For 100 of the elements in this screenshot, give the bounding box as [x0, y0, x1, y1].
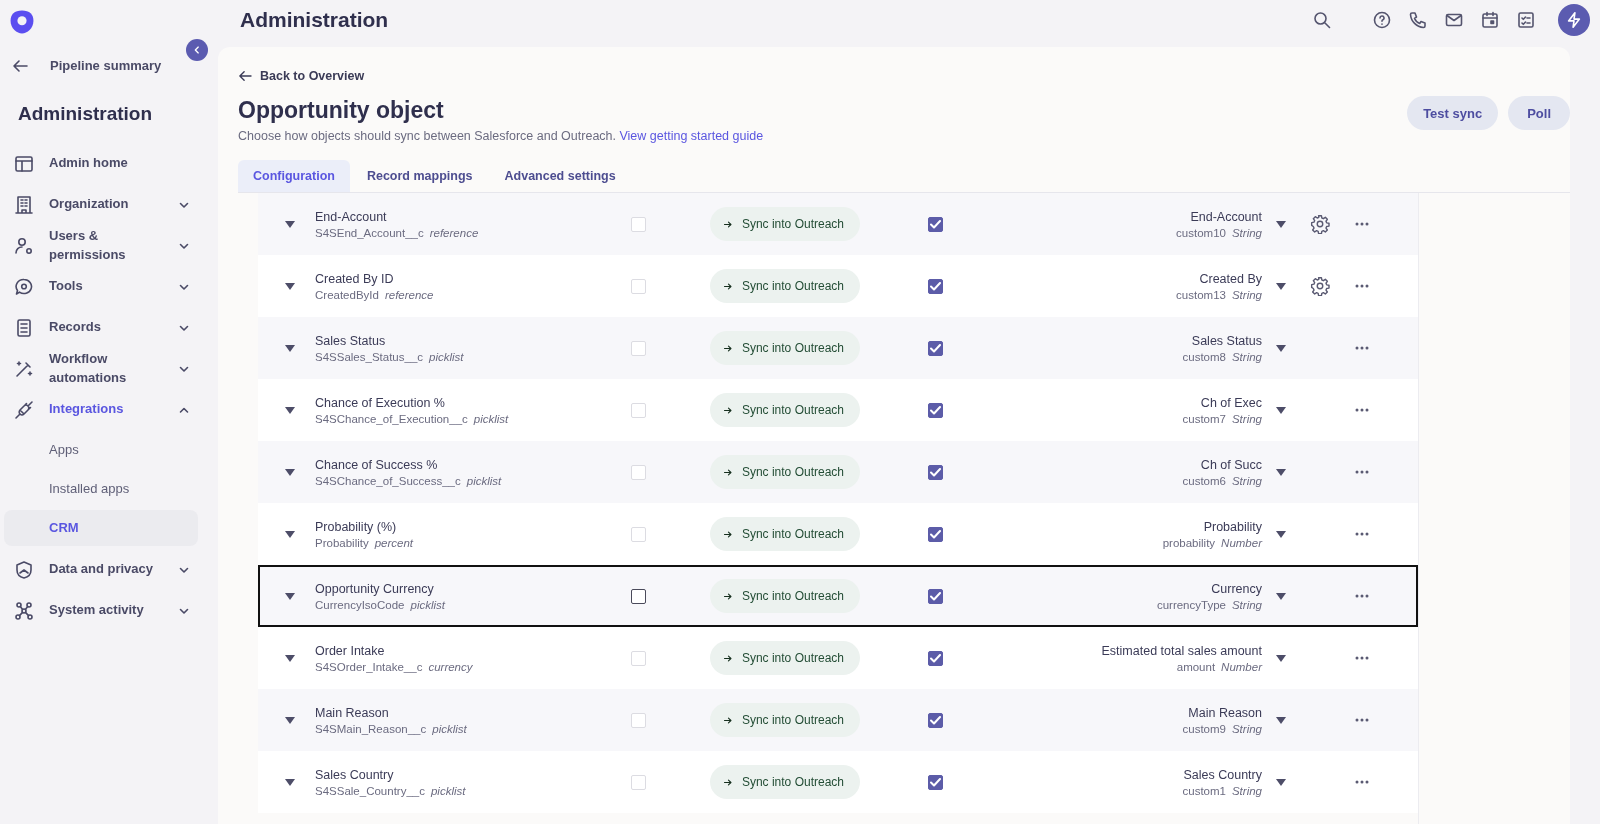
caret-down-icon[interactable]	[284, 654, 295, 662]
sync-direction-button[interactable]: Sync into Outreach	[710, 455, 860, 489]
more-icon[interactable]	[1355, 656, 1369, 660]
checkbox[interactable]	[927, 774, 943, 790]
sync-direction-button[interactable]: Sync into Outreach	[710, 331, 860, 365]
target-field-api-name: custom8 String	[1181, 350, 1262, 363]
more-icon[interactable]	[1355, 408, 1369, 412]
field-api-name: S4SSale_Country__c picklist	[315, 784, 467, 797]
checkbox[interactable]	[630, 588, 646, 604]
sidebar-subitem[interactable]: CRM	[4, 510, 198, 546]
guide-link[interactable]: View getting started guide	[619, 129, 764, 143]
field-name: Sales Status	[315, 333, 387, 348]
more-icon[interactable]	[1355, 532, 1369, 536]
caret-down-icon[interactable]	[284, 282, 295, 290]
back-link[interactable]: Pipeline summary	[12, 58, 216, 73]
sidebar-item[interactable]: Tools	[0, 266, 216, 307]
caret-down-icon[interactable]	[1276, 406, 1286, 414]
target-field-name: Sales Country	[1182, 767, 1262, 782]
caret-down-icon[interactable]	[284, 530, 295, 538]
more-icon[interactable]	[1355, 346, 1369, 350]
sidebar-item[interactable]: Admin home	[0, 143, 216, 184]
checkbox[interactable]	[927, 526, 943, 542]
caret-down-icon[interactable]	[284, 716, 295, 724]
sync-direction-button[interactable]: Sync into Outreach	[710, 579, 860, 613]
checkbox[interactable]	[927, 650, 943, 666]
caret-down-icon[interactable]	[284, 592, 295, 600]
caret-down-icon[interactable]	[1276, 344, 1286, 352]
target-field-api-name: custom7 String	[1181, 412, 1262, 425]
poll-button[interactable]: Poll	[1508, 96, 1570, 130]
phone-icon[interactable]	[1408, 10, 1428, 30]
sync-direction-button[interactable]: Sync into Outreach	[710, 703, 860, 737]
caret-down-icon[interactable]	[1276, 654, 1286, 662]
caret-down-icon[interactable]	[1276, 716, 1286, 724]
sidebar-item[interactable]: Users & permissions	[0, 225, 216, 266]
back-link-label: Pipeline summary	[50, 58, 162, 73]
sync-direction-button[interactable]: Sync into Outreach	[710, 207, 860, 241]
more-icon[interactable]	[1355, 470, 1369, 474]
sidebar-title: Administration	[18, 103, 154, 125]
field-name: Created By ID	[315, 271, 395, 286]
caret-down-icon[interactable]	[1276, 530, 1286, 538]
checkbox[interactable]	[927, 216, 943, 232]
checklist-icon[interactable]	[1516, 10, 1536, 30]
caret-down-icon[interactable]	[1276, 778, 1286, 786]
document-icon	[14, 317, 34, 338]
tab[interactable]: Configuration	[238, 160, 350, 192]
caret-down-icon[interactable]	[1276, 220, 1286, 228]
caret-down-icon[interactable]	[284, 778, 295, 786]
caret-down-icon[interactable]	[284, 220, 295, 228]
sidebar-item[interactable]: Organization	[0, 184, 216, 225]
help-icon[interactable]	[1372, 10, 1392, 30]
sync-direction-button[interactable]: Sync into Outreach	[710, 393, 860, 427]
sync-direction-button[interactable]: Sync into Outreach	[710, 269, 860, 303]
caret-down-icon[interactable]	[284, 406, 295, 414]
target-field-name: Ch of Succ	[1199, 457, 1262, 472]
checkbox[interactable]	[927, 464, 943, 480]
more-icon[interactable]	[1355, 780, 1369, 784]
tab[interactable]: Record mappings	[351, 160, 488, 192]
logo-icon[interactable]	[8, 8, 36, 36]
checkbox[interactable]	[927, 588, 943, 604]
sync-direction-button[interactable]: Sync into Outreach	[710, 641, 860, 675]
target-field-name: Sales Status	[1190, 333, 1262, 348]
field-api-name: S4SChance_of_Success__c picklist	[315, 474, 503, 487]
test-sync-button[interactable]: Test sync	[1407, 96, 1499, 130]
more-icon[interactable]	[1355, 222, 1369, 226]
sidebar-subitem[interactable]: Apps	[4, 432, 198, 468]
target-field-name: End-Account	[1189, 209, 1262, 224]
field-api-name: S4SSales_Status__c picklist	[315, 350, 465, 363]
field-name: Opportunity Currency	[315, 581, 435, 596]
sidebar-item[interactable]: Records	[0, 307, 216, 348]
sidebar-item[interactable]: System activity	[0, 590, 216, 631]
tab[interactable]: Advanced settings	[489, 160, 631, 192]
back-link[interactable]: Back to Overview	[238, 69, 365, 83]
checkbox[interactable]	[927, 402, 943, 418]
sidebar-item[interactable]: Workflow automations	[0, 348, 216, 389]
checkbox[interactable]	[927, 712, 943, 728]
sidebar-subitem[interactable]: Installed apps	[4, 471, 198, 507]
search-icon[interactable]	[1312, 10, 1332, 30]
sync-direction-button[interactable]: Sync into Outreach	[710, 517, 860, 551]
plug-icon	[14, 399, 34, 420]
sync-direction-button[interactable]: Sync into Outreach	[710, 765, 860, 799]
quick-actions-button[interactable]	[1558, 4, 1590, 36]
checkbox[interactable]	[927, 340, 943, 356]
caret-down-icon[interactable]	[284, 344, 295, 352]
caret-down-icon[interactable]	[1276, 592, 1286, 600]
caret-down-icon[interactable]	[1276, 282, 1286, 290]
sidebar-item[interactable]: Data and privacy	[0, 549, 216, 590]
lightning-icon	[1565, 11, 1583, 29]
more-icon[interactable]	[1355, 718, 1369, 722]
settings-icon[interactable]	[1310, 214, 1330, 234]
collapse-button[interactable]	[186, 39, 208, 61]
settings-icon[interactable]	[1310, 276, 1330, 296]
field-name: Probability (%)	[315, 519, 398, 534]
more-icon[interactable]	[1355, 594, 1369, 598]
sidebar-item[interactable]: Integrations	[0, 389, 216, 430]
caret-down-icon[interactable]	[284, 468, 295, 476]
calendar-icon[interactable]	[1480, 10, 1500, 30]
field-api-name: S4SOrder_Intake__c currency	[315, 660, 474, 673]
checkbox[interactable]	[927, 278, 943, 294]
more-icon[interactable]	[1355, 284, 1369, 288]
caret-down-icon[interactable]	[1276, 468, 1286, 476]
